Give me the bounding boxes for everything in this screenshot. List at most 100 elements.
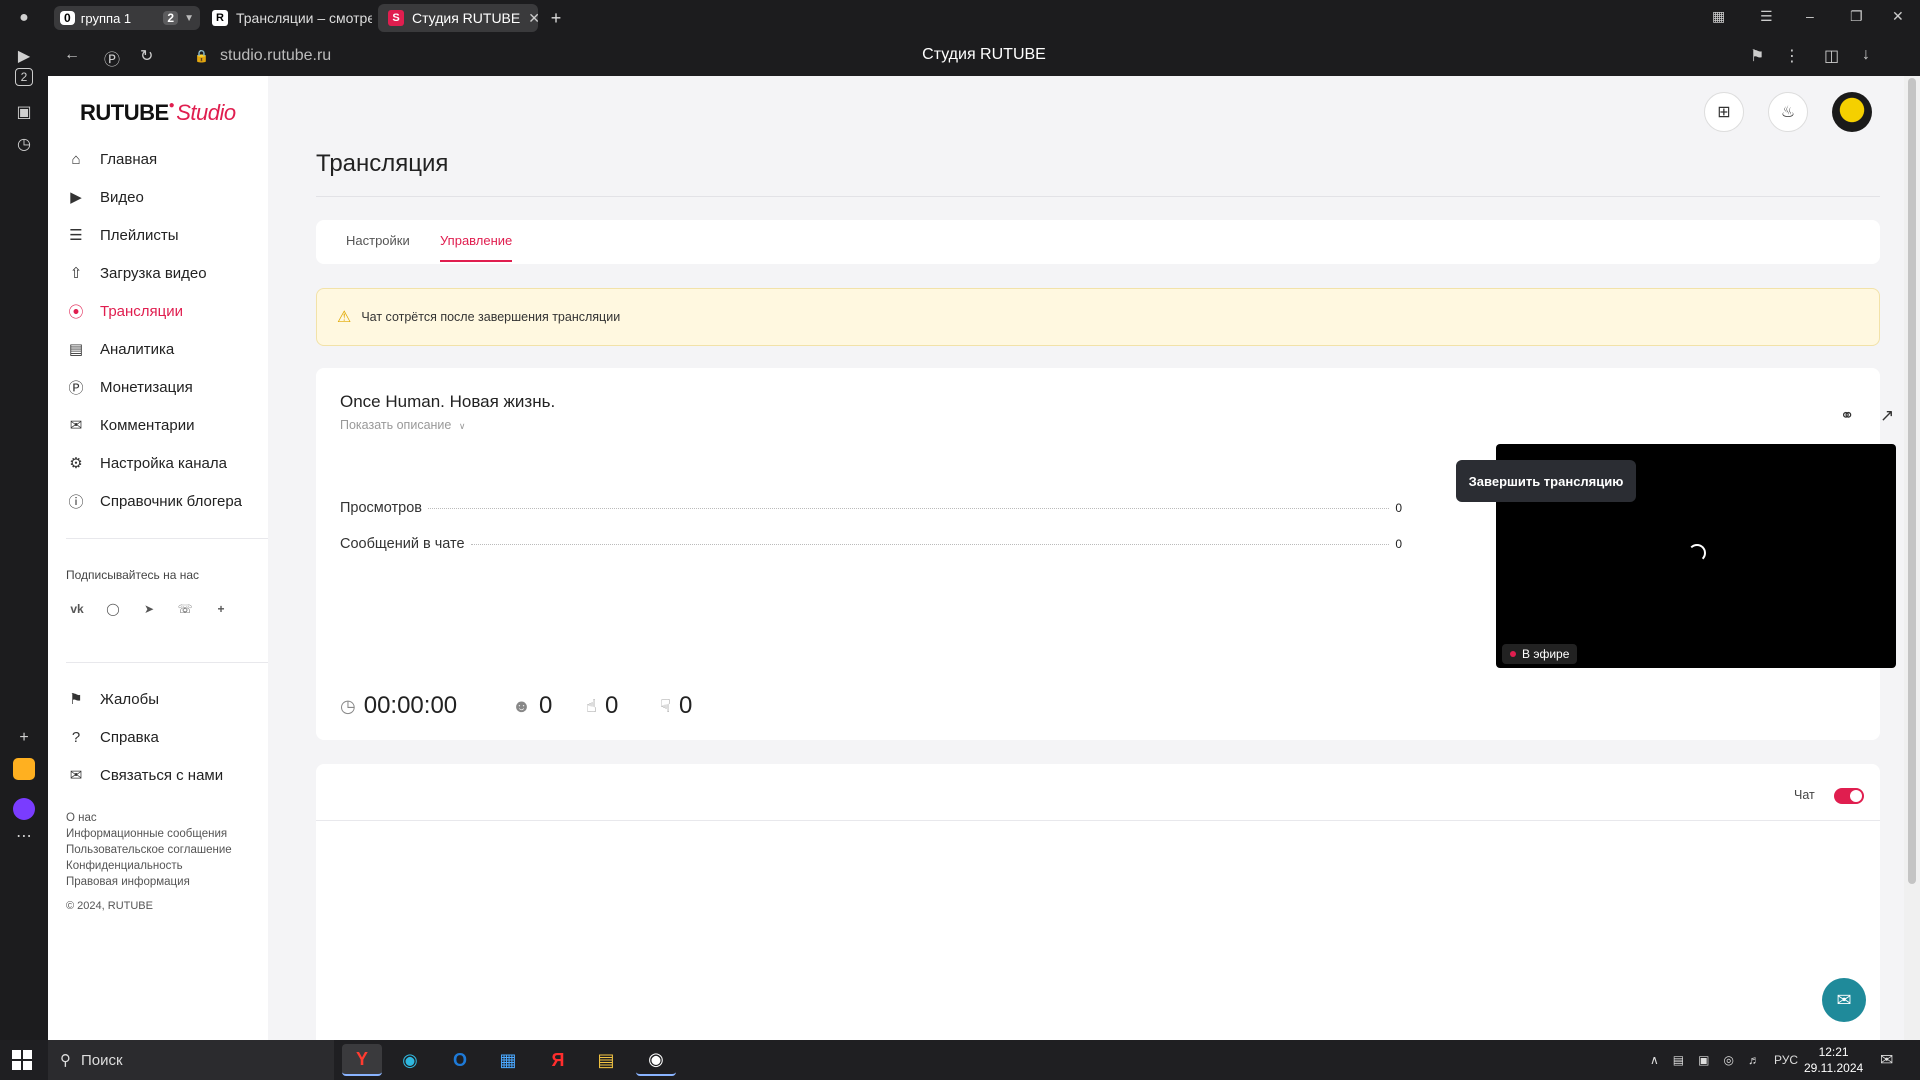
page-title: Трансляция [316, 150, 449, 177]
close-tab-icon[interactable]: ✕ [528, 10, 538, 27]
history-icon[interactable]: ◷ [12, 132, 36, 156]
chevron-down-icon: ▼ [184, 12, 194, 24]
download-icon[interactable]: ↓ [1862, 46, 1870, 64]
follow-label: Подписывайтесь на нас [66, 568, 200, 582]
chevron-up-icon[interactable]: ∧ [1650, 1053, 1659, 1067]
menu-icon[interactable]: ☰ [1760, 8, 1773, 25]
sidebar-item-help[interactable]: ? Справка [66, 722, 159, 752]
sidebar-item-upload[interactable]: ⇧ Загрузка видео [66, 258, 207, 288]
external-link-icon[interactable]: ↗ [1880, 406, 1894, 426]
create-button[interactable]: ⊞ [1704, 92, 1744, 132]
tab-settings[interactable]: Настройки [346, 233, 410, 248]
minimize-icon[interactable]: – [1806, 8, 1814, 24]
help-icon: ? [71, 728, 81, 746]
sidebar-item-monetization[interactable]: Ⓟ Монетизация [66, 372, 192, 402]
more-socials-icon[interactable]: + [210, 598, 232, 620]
divider [316, 820, 1880, 821]
sidebar-item-label: Плейлисты [100, 226, 179, 244]
flag-icon: ⚑ [69, 691, 83, 708]
explorer-taskbar-icon[interactable]: ▤ [586, 1044, 626, 1076]
likes-counter: ☝ 0 [586, 692, 618, 720]
add-panel-icon[interactable]: + [12, 726, 36, 750]
bookmark-icon[interactable]: ⚑ [1750, 46, 1764, 66]
sidebar-item-analytics[interactable]: ▤ Аналитика [66, 334, 174, 364]
taskbar-clock[interactable]: 12:21 29.11.2024 [1804, 1044, 1863, 1076]
studio-favicon-icon: S [388, 10, 404, 26]
footer-link-legal[interactable]: Правовая информация [66, 874, 232, 890]
page-scrollbar[interactable] [1904, 76, 1920, 1040]
mail-app-icon[interactable] [13, 758, 35, 780]
footer-link-about[interactable]: О нас [66, 810, 232, 826]
chat-card: Чат [316, 764, 1880, 1040]
sidebar-item-label: Настройка канала [100, 454, 227, 472]
rutube-studio-logo[interactable]: RUTUBE●Studio [80, 100, 236, 126]
support-chat-button[interactable]: ✉ [1822, 978, 1866, 1022]
share-icon[interactable]: ⚭ [1840, 406, 1854, 426]
avatar[interactable] [1832, 92, 1872, 132]
alice-icon[interactable] [13, 798, 35, 820]
notification-center-icon[interactable]: ✉ [1880, 1040, 1893, 1080]
sidebar-item-broadcasts[interactable]: ⦿ Трансляции [66, 296, 183, 326]
windows-start-icon[interactable] [12, 1050, 32, 1070]
taskbar-search[interactable]: ⚲ Поиск [48, 1040, 334, 1080]
sidebar-item-comments[interactable]: ✉ Комментарии [66, 410, 195, 440]
camera-icon[interactable]: ▣ [1698, 1053, 1709, 1067]
new-tab-button[interactable]: + [542, 4, 570, 32]
kebab-icon[interactable]: ⋮ [1784, 46, 1800, 66]
more-icon[interactable]: ⋯ [12, 824, 36, 848]
close-window-icon[interactable]: ✕ [1892, 8, 1904, 25]
vk-icon[interactable]: vk [66, 598, 88, 620]
social-links: vk ◯ ➤ ☏ + [66, 598, 232, 620]
yandex-browser-taskbar-icon[interactable]: Y [342, 1044, 382, 1076]
sidebar-item-home[interactable]: ⌂ Главная [66, 144, 157, 174]
tab-title: Студия RUTUBE [412, 10, 521, 26]
video-icon: ▶ [70, 189, 82, 206]
store-taskbar-icon[interactable]: ▦ [488, 1044, 528, 1076]
copyright: © 2024, RUTUBE [66, 900, 153, 912]
clock-icon: ◷ [340, 695, 356, 716]
sidebar-item-label: Связаться с нами [100, 766, 224, 784]
bell-icon: ♨ [1780, 104, 1796, 121]
restore-icon[interactable]: ❐ [1850, 8, 1863, 25]
sidebar-item-blogger-guide[interactable]: ⓘ Справочник блогера [66, 486, 242, 516]
tab-group-chip[interactable]: 0 группа 1 2 ▼ [54, 6, 200, 30]
sidebar-item-label: Справка [100, 728, 159, 746]
chat-toggle[interactable] [1834, 788, 1864, 804]
bookmarks-panel-icon[interactable]: ▦ [1712, 8, 1725, 25]
sidebar-item-label: Видео [100, 188, 144, 206]
profile-icon[interactable]: ● [12, 6, 36, 30]
sidebar-item-contact[interactable]: ✉ Связаться с нами [66, 760, 223, 790]
studio-page: RUTUBE●Studio ⌂ Главная ▶ Видео ☰ Плейлисты… [48, 76, 1904, 1040]
collections-icon[interactable]: ◫ [1824, 46, 1839, 66]
notifications-button[interactable]: ♨ [1768, 92, 1808, 132]
sidebar-item-channel-settings[interactable]: ⚙ Настройка канала [66, 448, 227, 478]
footer-link-terms[interactable]: Пользовательское соглашение [66, 842, 232, 858]
warning-icon: ⚠ [337, 309, 352, 326]
sidebar-item-video[interactable]: ▶ Видео [66, 182, 144, 212]
edge-taskbar-icon[interactable]: ◉ [390, 1044, 430, 1076]
screenshot-icon[interactable]: ▣ [12, 100, 36, 124]
volume-icon[interactable]: ♬ [1748, 1053, 1760, 1067]
show-description-toggle[interactable]: Показать описание ∨ [340, 418, 465, 432]
end-stream-button[interactable]: Завершить трансляцию [1456, 460, 1636, 502]
outlook-taskbar-icon[interactable]: O [440, 1044, 480, 1076]
sidebar-item-playlists[interactable]: ☰ Плейлисты [66, 220, 179, 250]
network-icon[interactable]: ▤ [1673, 1053, 1684, 1067]
footer-link-privacy[interactable]: Конфиденциальность [66, 858, 232, 874]
play-icon[interactable]: ▶ [12, 44, 36, 68]
yandex-taskbar-icon[interactable]: Я [538, 1044, 578, 1076]
rail-badge[interactable]: 2 [15, 68, 33, 86]
obs-taskbar-icon[interactable]: ◉ [636, 1044, 676, 1076]
footer-link-info[interactable]: Информационные сообщения [66, 826, 232, 842]
ok-icon[interactable]: ◯ [102, 598, 124, 620]
language-indicator[interactable]: РУС [1774, 1053, 1798, 1067]
sidebar-item-complaints[interactable]: ⚑ Жалобы [66, 684, 159, 714]
microphone-icon[interactable]: ◎ [1723, 1053, 1733, 1067]
telegram-icon[interactable]: ➤ [138, 598, 160, 620]
browser-tab-streams[interactable]: R Трансляции – смотреть о [202, 4, 372, 32]
tab-management[interactable]: Управление [440, 233, 512, 248]
viber-icon[interactable]: ☏ [174, 598, 196, 620]
browser-tab-studio[interactable]: S Студия RUTUBE ✕ [378, 4, 538, 32]
stat-row-chat-messages: Сообщений в чате 0 [340, 536, 1402, 552]
live-badge-label: В эфире [1522, 647, 1570, 661]
